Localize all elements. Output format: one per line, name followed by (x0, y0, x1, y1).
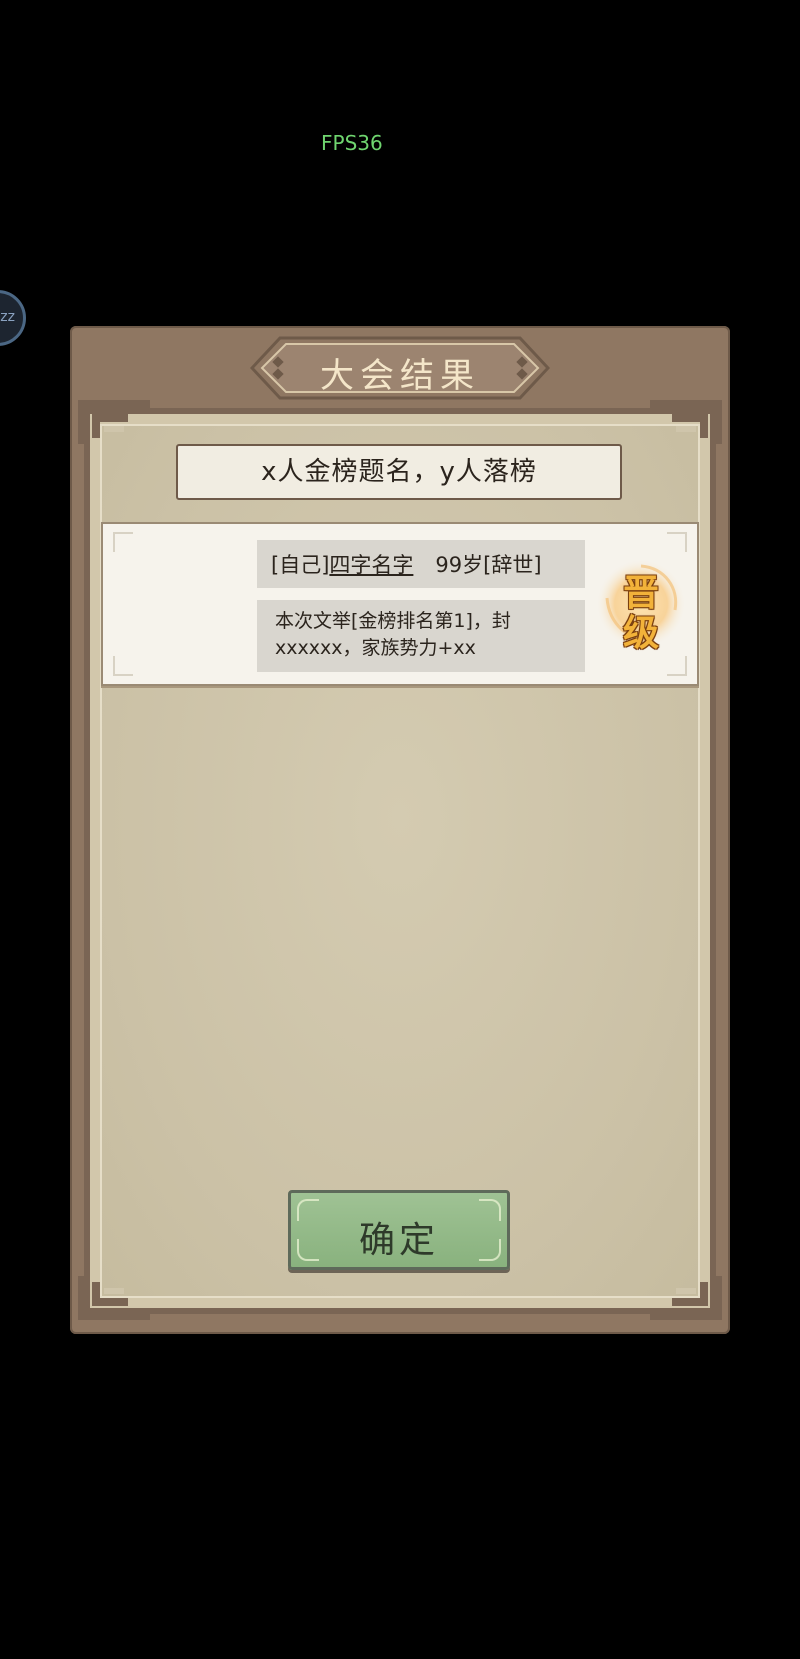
floating-side-button[interactable]: zz (0, 290, 26, 346)
result-card: [自己] 四字名字 99岁 [辞世] 本次文举[金榜排名第1]，封xxxxxx，… (101, 522, 699, 686)
title-plaque: 大会结果 (250, 336, 550, 400)
fps-counter: FPS36 (321, 131, 383, 155)
character-age: 99岁 (435, 553, 484, 577)
corner-ornament-bottom-right (650, 1276, 722, 1320)
dialog-title: 大会结果 (320, 356, 480, 396)
self-tag: [自己] (271, 553, 330, 577)
card-corner-decoration (667, 656, 687, 676)
side-bubble-label: zz (0, 309, 15, 325)
corner-ornament-bottom-left (78, 1276, 150, 1320)
promotion-badge: 晋 级 (595, 558, 687, 654)
card-corner-decoration (113, 532, 133, 552)
card-corner-decoration (113, 656, 133, 676)
character-name-link[interactable]: 四字名字 (329, 549, 413, 579)
result-description: 本次文举[金榜排名第1]，封xxxxxx，家族势力+xx (257, 600, 585, 672)
badge-text-line2: 级 (622, 613, 659, 654)
corner-ornament-top-left (78, 400, 150, 444)
character-info-row: [自己] 四字名字 99岁 [辞世] (257, 540, 585, 588)
confirm-button[interactable]: 确定 (288, 1190, 510, 1270)
confirm-button-label: 确定 (358, 1220, 439, 1261)
result-summary: x人金榜题名，y人落榜 (176, 444, 622, 500)
result-dialog: 大会结果 x人金榜题名，y人落榜 [自己] 四字名字 99岁 [辞世] 本次文举… (70, 326, 730, 1334)
character-status: [辞世] (483, 553, 542, 577)
game-screen: FPS36 zz 大会结果 x人金榜题名，y人落榜 [自己] 四字名字 99岁 … (0, 0, 800, 1659)
card-corner-decoration (667, 532, 687, 552)
corner-ornament-top-right (650, 400, 722, 444)
